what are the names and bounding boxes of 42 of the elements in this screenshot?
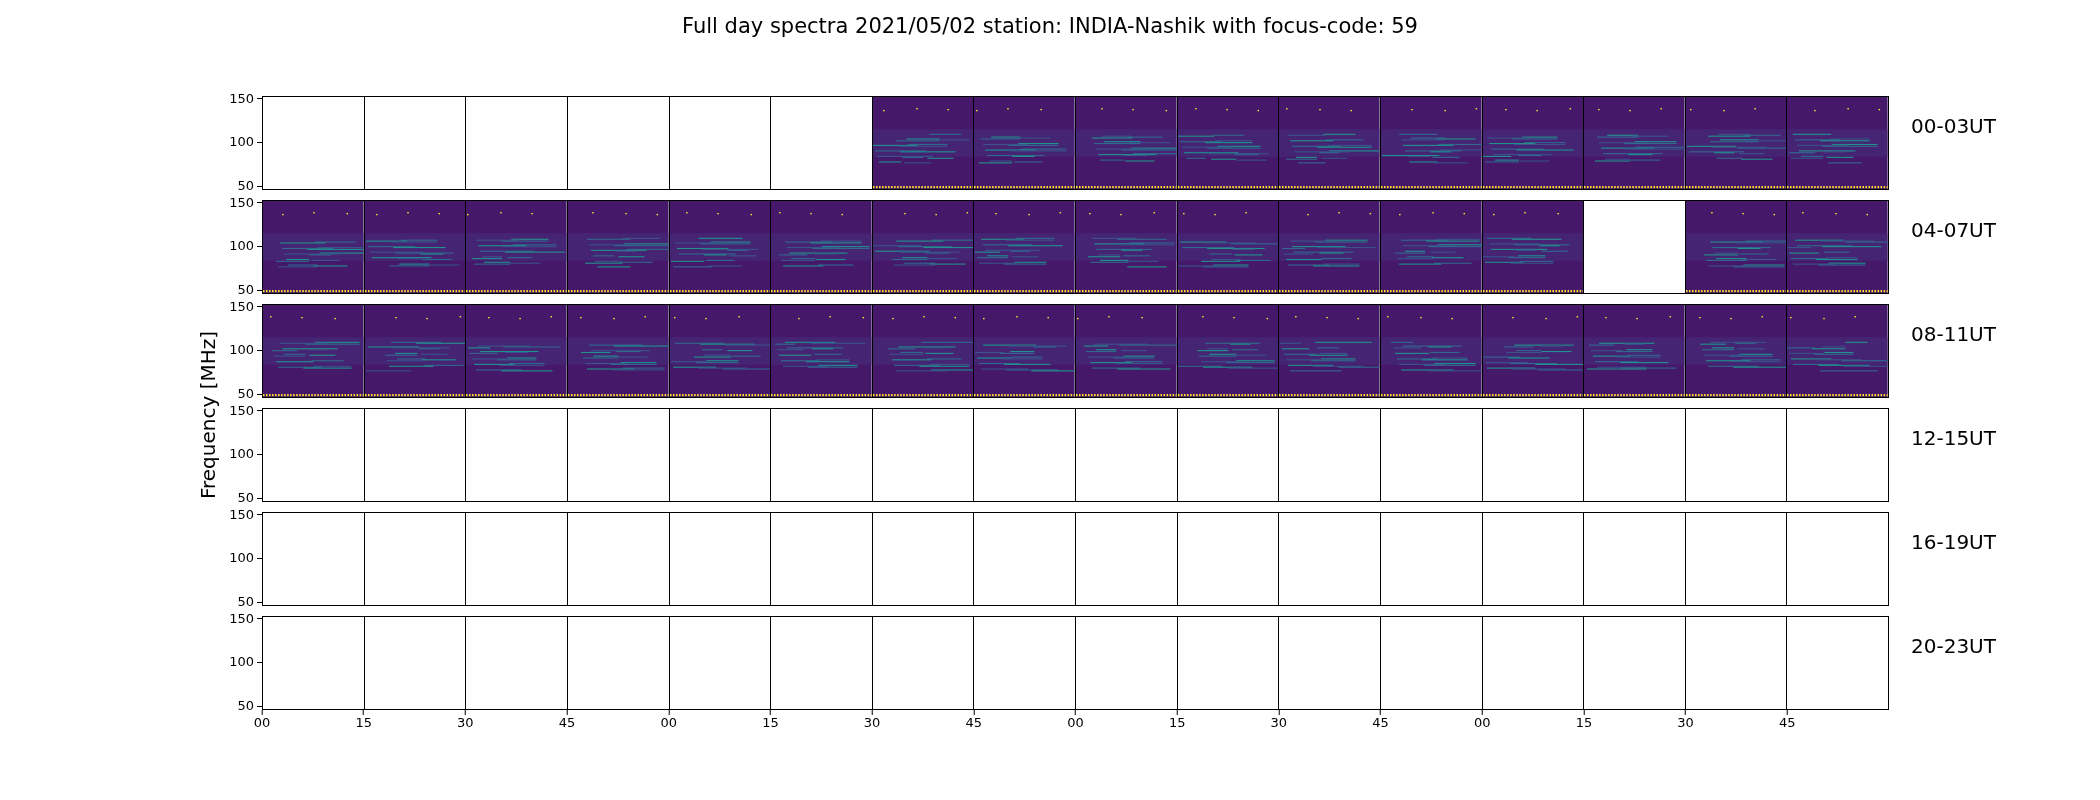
tick-label: 150 [229, 611, 254, 626]
tick-label: 15 [1168, 715, 1186, 730]
tick-label: 50 [237, 179, 254, 194]
axis-label: Frequency [MHz] [196, 330, 220, 500]
tick-label: 150 [229, 299, 254, 314]
tick-label: 45 [1779, 715, 1796, 730]
tick-label: 15 [762, 715, 779, 730]
row-label: 16-19UT [1911, 530, 1996, 554]
tick-label: 30 [457, 715, 474, 730]
tick-label: 45 [1372, 715, 1389, 730]
tick-label: 100 [229, 447, 254, 462]
row-label: 08-11UT [1911, 322, 1996, 346]
tick-label: 150 [229, 507, 254, 522]
row-label: 20-23UT [1911, 634, 1996, 658]
tick-label: 100 [229, 343, 254, 358]
tick-label: 00 [253, 715, 271, 730]
tick-label: 30 [1270, 715, 1288, 730]
tick-label: 15 [355, 715, 372, 730]
tick-label: 100 [229, 655, 254, 670]
tick-label: 00 [1067, 715, 1084, 730]
tick-label: 50 [237, 491, 254, 506]
tick-label: 100 [229, 135, 254, 150]
tick-label: 50 [237, 387, 254, 402]
tick-label: 100 [229, 239, 254, 254]
tick-label: 45 [965, 715, 983, 730]
tick-label: 15 [1575, 715, 1593, 730]
tick-label: 00 [660, 715, 677, 730]
tick-label: 50 [237, 699, 254, 714]
tick-label: 150 [229, 91, 254, 106]
row-label: 00-03UT [1911, 114, 1996, 138]
tick-label: 100 [229, 551, 254, 566]
tick-label: 45 [558, 715, 576, 730]
tick-label: 30 [863, 715, 881, 730]
row-label: 04-07UT [1911, 218, 1996, 242]
tick-label: 30 [1677, 715, 1694, 730]
tick-label: 00 [1474, 715, 1491, 730]
tick-label: 150 [229, 403, 254, 418]
tick-label: 150 [229, 195, 254, 210]
tick-label: 50 [237, 283, 254, 298]
figure-title: Full day spectra 2021/05/02 station: INDIA-Nashik with focus-code: 59 [682, 13, 1418, 40]
tick-label: 50 [237, 595, 254, 610]
row-label: 12-15UT [1911, 426, 1996, 450]
